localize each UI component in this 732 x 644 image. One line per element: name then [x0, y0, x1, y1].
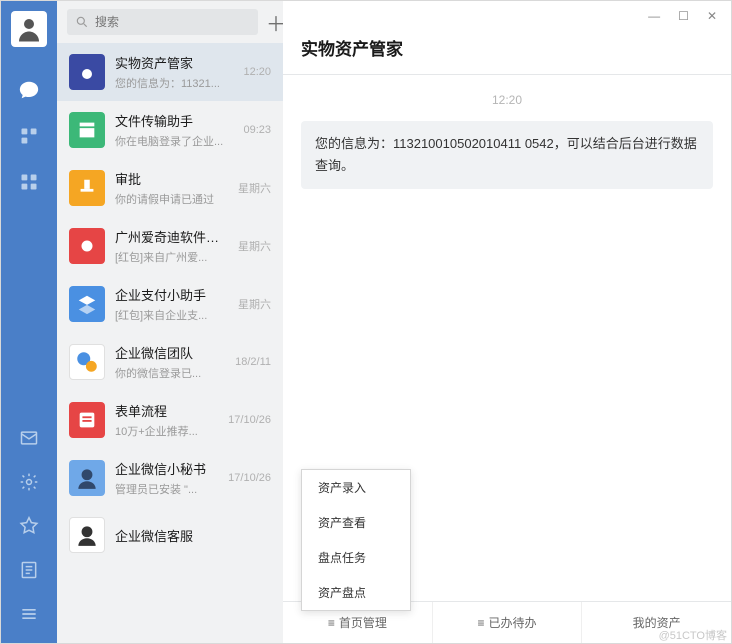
star-icon[interactable] [18, 515, 40, 537]
conversation-item[interactable]: 文件传输助手你在电脑登录了企业... 09:23 [57, 101, 283, 159]
menu-asset-view[interactable]: 资产查看 [302, 505, 410, 540]
conversation-time: 17/10/26 [228, 414, 271, 426]
conversation-preview: [红包]来自广州爱... [115, 249, 232, 265]
conversation-title: 企业微信客服 [115, 526, 271, 545]
minimize-button[interactable]: — [648, 9, 660, 23]
conversation-preview: 你的微信登录已... [115, 365, 229, 381]
maximize-button[interactable]: ☐ [678, 9, 689, 23]
conversation-body: 表单流程 10万+企业推荐... [115, 401, 222, 439]
message-bubble: 您的信息为：113210010502010411 0542，可以结合后台进行数据… [301, 121, 713, 189]
conversation-list-pane: ＋ 实物资产管家您的信息为：11321... 12:20 文件传输助手你在电脑登录了… [57, 1, 283, 643]
conversation-body: 企业微信小秘书管理员已安装 "... [115, 459, 222, 497]
contacts-tab-icon[interactable] [18, 125, 40, 147]
rail-top-items [18, 79, 40, 193]
mail-icon[interactable] [18, 427, 40, 449]
conversation-time: 星期六 [238, 180, 271, 196]
conversation-body: 实物资产管家您的信息为：11321... [115, 53, 237, 91]
conversation-title: 企业支付小助手 [115, 285, 232, 304]
conversation-avatar [69, 170, 105, 206]
conversation-time: 星期六 [238, 238, 271, 254]
conversation-preview: 10万+企业推荐... [115, 423, 222, 439]
conversation-time: 09:23 [243, 124, 271, 136]
search-row: ＋ [57, 1, 283, 43]
conversation-title: 实物资产管家 [115, 53, 237, 72]
rail-bottom-items [18, 427, 40, 633]
conversation-avatar [69, 344, 105, 380]
conversation-preview: [红包]来自企业支... [115, 307, 232, 323]
settings-icon[interactable] [18, 471, 40, 493]
menu-icon[interactable] [18, 603, 40, 625]
apps-tab-icon[interactable] [18, 171, 40, 193]
app-window: ＋ 实物资产管家您的信息为：11321...12:20文件传输助手你在电脑登录了… [0, 0, 732, 644]
conversation-time: 12:20 [243, 66, 271, 78]
conversation-avatar [69, 112, 105, 148]
conversation-time: 18/2/11 [235, 356, 271, 368]
conversation-preview: 你的请假申请已通过 [115, 191, 232, 207]
conversation-avatar [69, 460, 105, 496]
conversation-preview: 您的信息为：11321... [115, 75, 237, 91]
conversation-time: 17/10/26 [228, 472, 271, 484]
conversation-body: 企业微信团队你的微信登录已... [115, 343, 229, 381]
menu-asset-entry[interactable]: 资产录入 [302, 470, 410, 505]
window-controls: — ☐ ✕ [283, 1, 731, 31]
conversation-preview: 你在电脑登录了企业... [115, 133, 237, 149]
watermark: @51CTO博客 [659, 627, 727, 643]
conversation-avatar [69, 402, 105, 438]
conversation-title: 企业微信小秘书 [115, 459, 222, 478]
conversation-title: 表单流程 [115, 401, 222, 420]
user-avatar-icon [14, 14, 44, 44]
search-input[interactable] [67, 9, 258, 35]
conversation-preview: 管理员已安装 "... [115, 481, 222, 497]
chat-header: 实物资产管家 [283, 31, 731, 74]
conversation-item[interactable]: 广州爱奇迪软件科技有... [红包]来自广州爱... 星期六 [57, 217, 283, 275]
conversation-title: 广州爱奇迪软件科技有... [115, 227, 232, 246]
conversation-item[interactable]: 企业微信团队你的微信登录已... 18/2/11 [57, 333, 283, 391]
doc-icon[interactable] [18, 559, 40, 581]
conversation-title: 文件传输助手 [115, 111, 237, 130]
conversation-title: 企业微信团队 [115, 343, 229, 362]
conversation-body: 企业微信客服 [115, 526, 271, 545]
avatar[interactable] [11, 11, 47, 47]
conversation-list: 实物资产管家您的信息为：11321... 12:20 文件传输助手你在电脑登录了企业… [57, 43, 283, 643]
chat-tab-icon[interactable] [18, 79, 40, 101]
menu-inventory-task[interactable]: 盘点任务 [302, 540, 410, 575]
nav-rail [1, 1, 57, 643]
conversation-avatar [69, 517, 105, 553]
conversation-item[interactable]: 审批你的请假申请已通过星期六 [57, 159, 283, 217]
conversation-time: 星期六 [238, 296, 271, 312]
conversation-item[interactable]: 企业微信小秘书管理员已安装 "... 17/10/26 [57, 449, 283, 507]
tab-todo[interactable]: ≡已办待办 [433, 602, 583, 643]
conversation-title: 审批 [115, 169, 232, 188]
message-timestamp: 12:20 [301, 93, 713, 107]
conversation-avatar [69, 228, 105, 264]
conversation-item[interactable]: 企业微信客服 [57, 507, 283, 563]
conversation-body: 文件传输助手你在电脑登录了企业... [115, 111, 237, 149]
conversation-body: 审批你的请假申请已通过 [115, 169, 232, 207]
conversation-item[interactable]: 实物资产管家您的信息为：11321... 12:20 [57, 43, 283, 101]
close-button[interactable]: ✕ [707, 9, 717, 23]
conversation-item[interactable]: 企业支付小助手 [红包]来自企业支... 星期六 [57, 275, 283, 333]
conversation-body: 企业支付小助手 [红包]来自企业支... [115, 285, 232, 323]
conversation-avatar [69, 286, 105, 322]
search-icon [75, 15, 89, 29]
conversation-item[interactable]: 表单流程 10万+企业推荐... 17/10/26 [57, 391, 283, 449]
conversation-body: 广州爱奇迪软件科技有... [红包]来自广州爱... [115, 227, 232, 265]
conversation-avatar [69, 54, 105, 90]
context-menu: 资产录入 资产查看 盘点任务 资产盘点 [301, 469, 411, 611]
menu-asset-inventory[interactable]: 资产盘点 [302, 575, 410, 610]
chat-title: 实物资产管家 [301, 35, 713, 60]
